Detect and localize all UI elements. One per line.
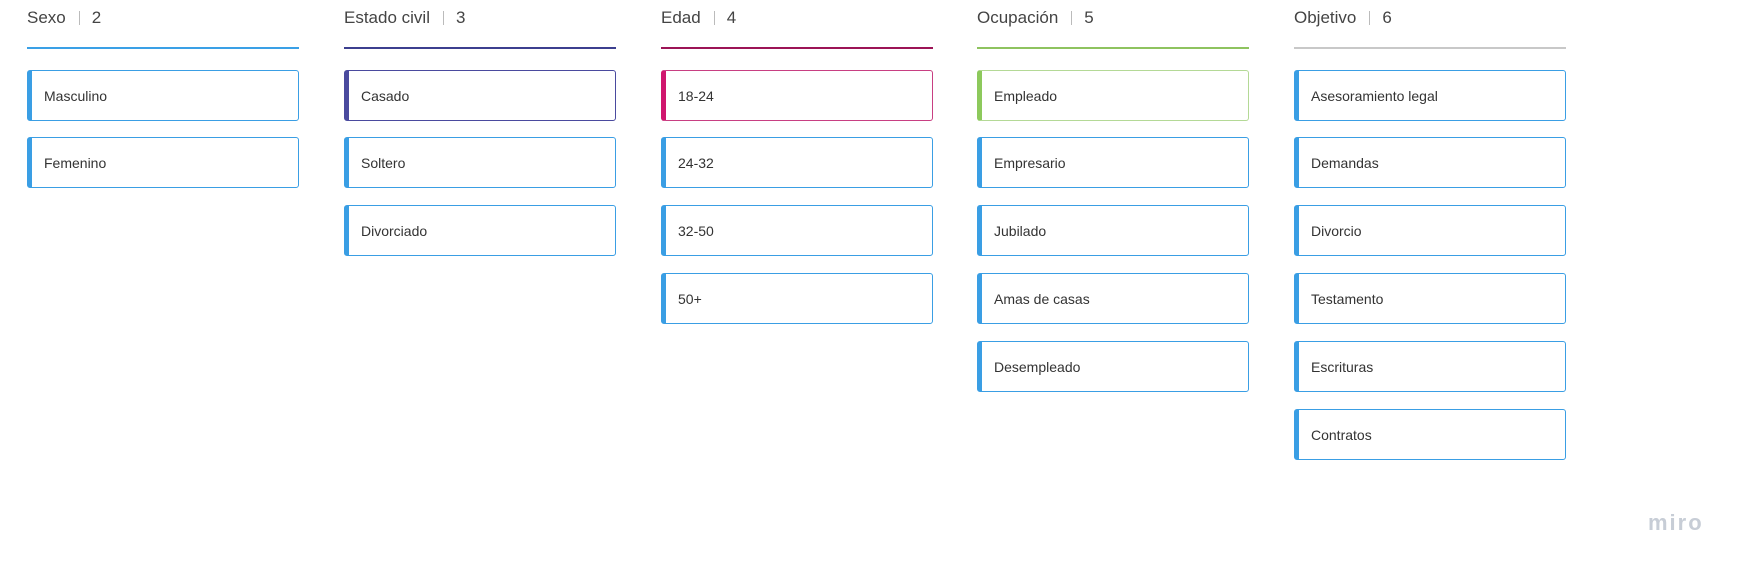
- card-empleado[interactable]: Empleado: [977, 70, 1249, 121]
- card-label: 24-32: [678, 154, 714, 171]
- column-header: Sexo 2: [27, 0, 299, 36]
- card-label: Masculino: [44, 87, 108, 104]
- column-ocupacion: Ocupación 5 Empleado Empresario Jubilado…: [977, 0, 1249, 392]
- card-soltero[interactable]: Soltero: [344, 137, 616, 188]
- card-casado[interactable]: Casado: [344, 70, 616, 121]
- card-label: Casado: [361, 87, 410, 104]
- card-label: 50+: [678, 290, 702, 307]
- column-edad: Edad 4 18-24 24-32 32-50 50+: [661, 0, 933, 324]
- card-label: Testamento: [1311, 290, 1384, 307]
- column-sexo: Sexo 2 Masculino Femenino: [27, 0, 299, 188]
- column-count: 6: [1382, 8, 1392, 27]
- column-header: Estado civil 3: [344, 0, 616, 36]
- card-amas-de-casas[interactable]: Amas de casas: [977, 273, 1249, 324]
- card-label: Femenino: [44, 154, 107, 171]
- card-label: Demandas: [1311, 154, 1379, 171]
- column-count: 2: [91, 8, 102, 27]
- card-femenino[interactable]: Femenino: [27, 137, 299, 188]
- column-title: Estado civil: [344, 8, 430, 27]
- card-empresario[interactable]: Empresario: [977, 137, 1249, 188]
- column-title: Objetivo: [1294, 8, 1357, 27]
- column-underline: [977, 47, 1249, 49]
- card-label: Asesoramiento legal: [1311, 87, 1438, 104]
- card-50-plus[interactable]: 50+: [661, 273, 933, 324]
- card-label: Escrituras: [1311, 358, 1374, 375]
- column-count: 5: [1084, 8, 1094, 27]
- header-divider: [713, 11, 715, 25]
- card-testamento[interactable]: Testamento: [1294, 273, 1566, 324]
- card-label: Amas de casas: [994, 290, 1090, 307]
- card-label: Soltero: [361, 154, 406, 171]
- card-masculino[interactable]: Masculino: [27, 70, 299, 121]
- header-divider: [1071, 11, 1073, 25]
- card-32-50[interactable]: 32-50: [661, 205, 933, 256]
- miro-logo: miro: [1648, 510, 1704, 535]
- card-label: Empresario: [994, 154, 1066, 171]
- column-underline: [344, 47, 616, 49]
- card-asesoramiento-legal[interactable]: Asesoramiento legal: [1294, 70, 1566, 121]
- column-header: Edad 4: [661, 0, 933, 36]
- column-title: Edad: [661, 8, 701, 27]
- card-contratos[interactable]: Contratos: [1294, 409, 1566, 460]
- header-divider: [78, 11, 80, 25]
- column-objetivo: Objetivo 6 Asesoramiento legal Demandas …: [1294, 0, 1566, 460]
- card-divorcio[interactable]: Divorcio: [1294, 205, 1566, 256]
- card-label: Jubilado: [994, 222, 1047, 239]
- column-header: Ocupación 5: [977, 0, 1249, 36]
- card-label: 32-50: [678, 222, 714, 239]
- card-label: Divorciado: [361, 222, 428, 239]
- column-count: 4: [726, 8, 737, 27]
- card-demandas[interactable]: Demandas: [1294, 137, 1566, 188]
- card-24-32[interactable]: 24-32: [661, 137, 933, 188]
- column-count: 3: [455, 8, 466, 27]
- card-desempleado[interactable]: Desempleado: [977, 341, 1249, 392]
- card-escrituras[interactable]: Escrituras: [1294, 341, 1566, 392]
- card-divorciado[interactable]: Divorciado: [344, 205, 616, 256]
- card-18-24[interactable]: 18-24: [661, 70, 933, 121]
- card-jubilado[interactable]: Jubilado: [977, 205, 1249, 256]
- card-label: Divorcio: [1311, 222, 1362, 239]
- column-estado-civil: Estado civil 3 Casado Soltero Divorciado: [344, 0, 616, 256]
- column-title: Sexo: [27, 8, 66, 27]
- card-label: 18-24: [678, 87, 714, 104]
- column-header: Objetivo 6: [1294, 0, 1566, 36]
- card-label: Contratos: [1311, 426, 1372, 443]
- column-underline: [1294, 47, 1566, 49]
- card-label: Empleado: [994, 87, 1058, 104]
- header-divider: [1369, 11, 1371, 25]
- header-divider: [442, 11, 444, 25]
- column-underline: [661, 47, 933, 49]
- column-title: Ocupación: [977, 8, 1059, 27]
- column-underline: [27, 47, 299, 49]
- card-label: Desempleado: [994, 358, 1081, 375]
